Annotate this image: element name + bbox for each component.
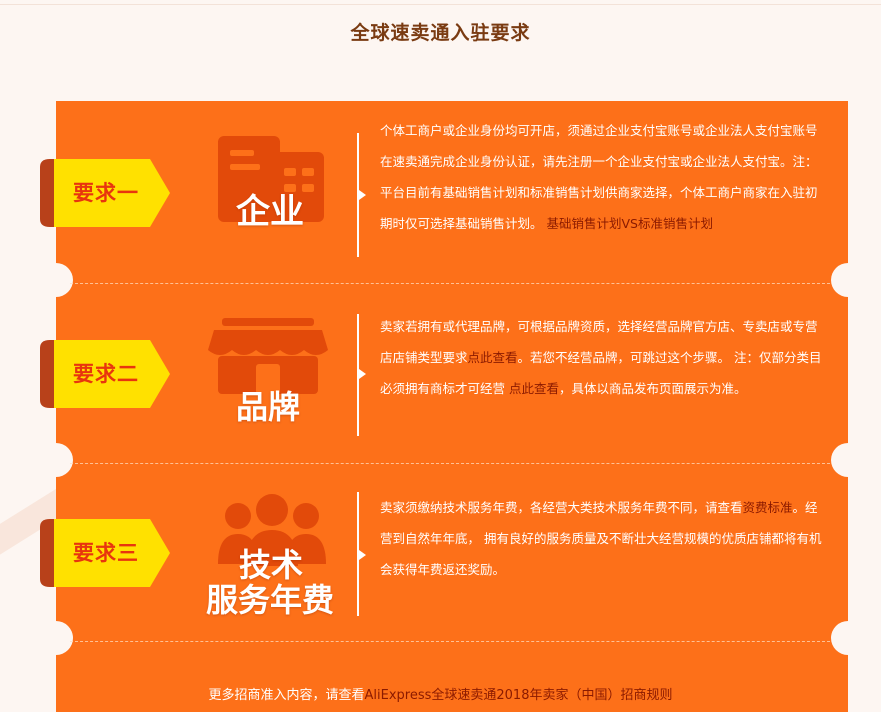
requirement-description-2: 卖家若拥有或代理品牌，可根据品牌资质，选择经营品牌官方店、专卖店或专营店店铺类型… [380,311,825,404]
footer-prefix: 更多招商准入内容，请查看 [208,688,365,703]
notch-left-3 [39,621,73,655]
requirement-label-3-line2: 服务年费 [205,581,334,619]
top-divider [0,4,881,5]
section-divider-1 [70,283,830,284]
notch-right-1 [831,263,865,297]
notch-right-2 [831,443,865,477]
notch-left-2 [39,443,73,477]
description-text: 卖家须缴纳技术服务年费，各经营大类技术服务年费不同，请查看 [380,500,743,515]
sales-plan-compare-link[interactable]: 基础销售计划VS标准销售计划 [547,216,714,231]
page-title: 全球速卖通入驻要求 [350,22,531,44]
requirement-tag-3: 要求三 [40,519,172,587]
requirement-label-1: 企业 [236,192,304,232]
section-divider-2 [70,463,830,464]
requirement-label-3-line1: 技术 [238,546,303,584]
section-arrow-1 [359,190,366,200]
footer-note: 更多招商准入内容，请查看AliExpress全球速卖通2018年卖家（中国）招商… [0,684,881,703]
description-text: ，具体以商品发布页面展示为准。 [559,381,747,396]
trademark-category-link[interactable]: 点此查看 [509,381,559,396]
requirement-tag-2: 要求二 [40,340,172,408]
requirement-label-2: 品牌 [235,388,300,426]
description-text: 个体工商户或企业身份均可开店，须通过企业支付宝账号或企业法人支付宝账号在速卖通完… [380,123,818,231]
store-type-link[interactable]: 点此查看 [468,350,518,365]
requirement-description-1: 个体工商户或企业身份均可开店，须通过企业支付宝账号或企业法人支付宝账号在速卖通完… [380,115,825,239]
section-divider-3 [70,641,830,642]
notch-left-1 [39,263,73,297]
requirement-description-3: 卖家须缴纳技术服务年费，各经营大类技术服务年费不同，请查看资费标准。经营到自然年… [380,492,825,585]
notch-right-3 [831,621,865,655]
requirement-tag-label: 要求一 [73,181,139,205]
requirement-tag-1: 要求一 [40,159,172,227]
section-arrow-3 [359,550,366,560]
requirement-tag-label: 要求三 [73,541,139,565]
recruitment-rules-link[interactable]: AliExpress全球速卖通2018年卖家（中国）招商规则 [365,688,673,703]
section-arrow-2 [359,369,366,379]
fee-standard-link[interactable]: 资费标准 [743,500,793,515]
requirement-tag-label: 要求二 [73,362,139,386]
